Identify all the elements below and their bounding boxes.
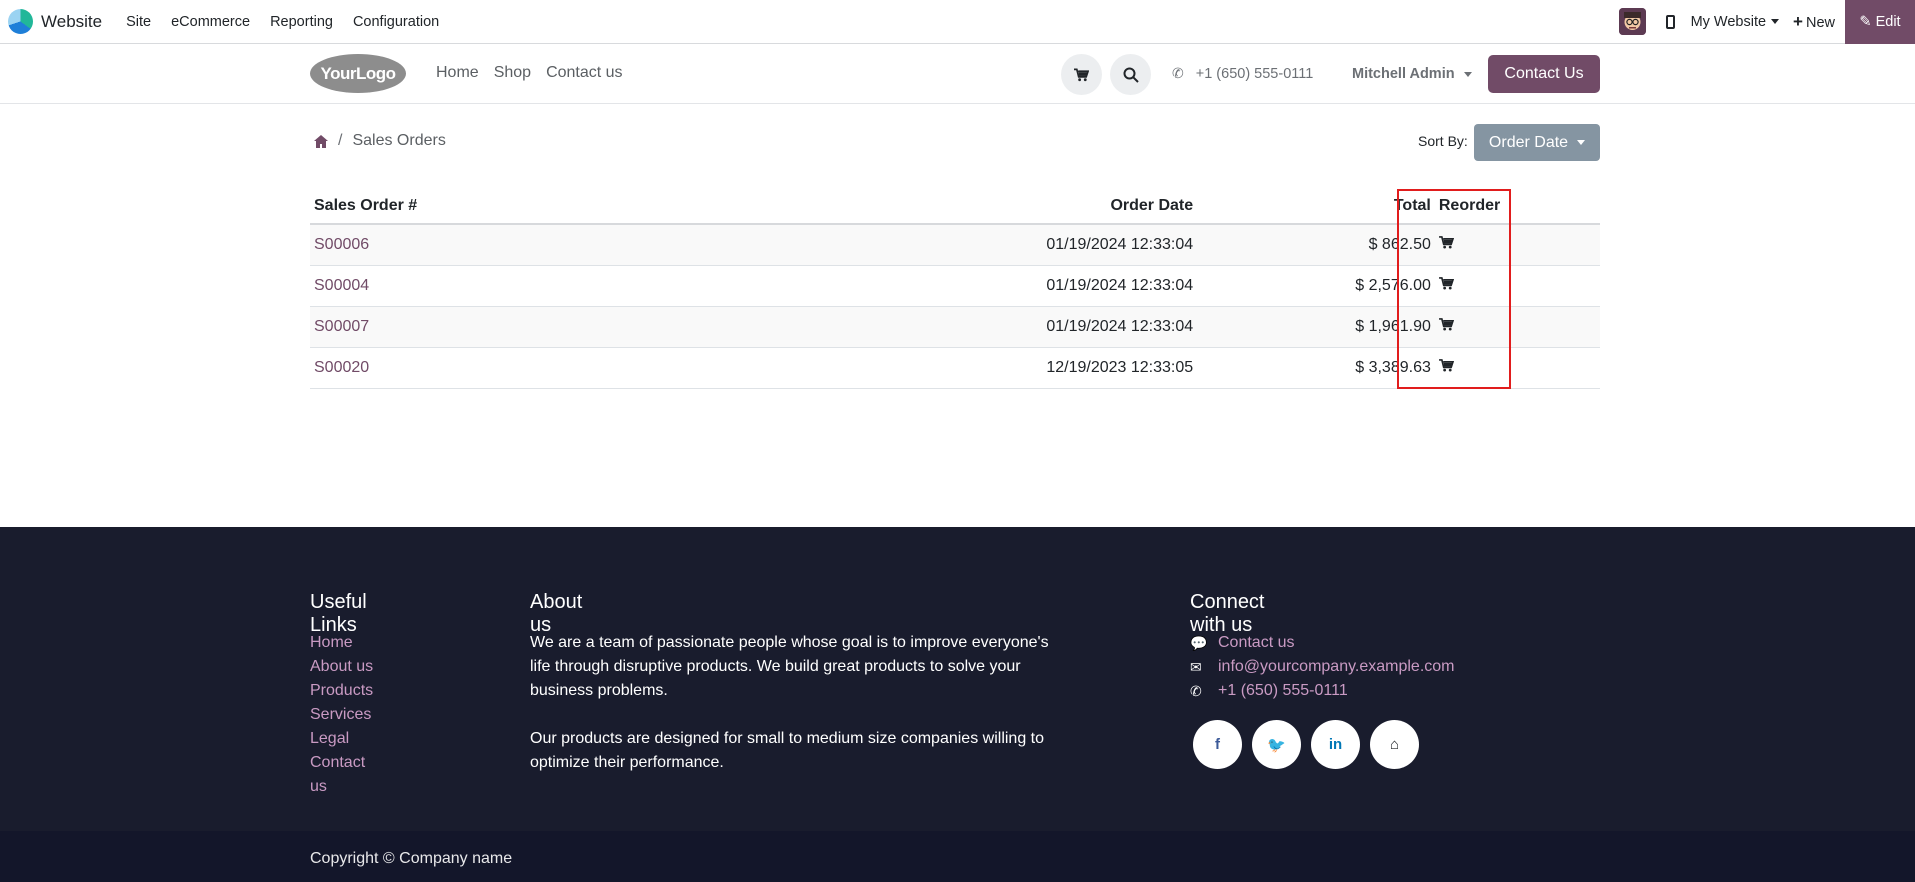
twitter-icon[interactable]: 🐦	[1252, 720, 1301, 769]
order-date: 01/19/2024 12:33:04	[637, 265, 1198, 307]
website-app-icon	[8, 9, 33, 34]
copyright-bar: Copyright © Company name	[0, 831, 1915, 882]
header-order-date: Order Date	[637, 188, 1198, 225]
home-icon[interactable]	[314, 134, 328, 148]
envelope-icon: ✉	[1190, 658, 1202, 675]
table-row: S00007 01/19/2024 12:33:04 $ 1,961.90	[310, 306, 1600, 348]
new-button-label: New	[1805, 14, 1835, 31]
reorder-cell	[1434, 265, 1600, 307]
table-row: S00006 01/19/2024 12:33:04 $ 862.50	[310, 224, 1600, 266]
connect-phone-label: +1 (650) 555-0111	[1218, 682, 1348, 699]
header-phone[interactable]: ✆ +1 (650) 555-0111	[1172, 65, 1313, 82]
linkedin-icon[interactable]: in	[1311, 720, 1360, 769]
order-link[interactable]: S00004	[310, 265, 638, 307]
sort-dropdown[interactable]: Order Date	[1474, 124, 1600, 161]
user-avatar[interactable]	[1618, 8, 1646, 35]
footer-link-about-us[interactable]: About us	[310, 655, 373, 679]
order-link[interactable]: S00006	[310, 224, 638, 266]
order-date: 01/19/2024 12:33:04	[637, 224, 1198, 266]
order-total: $ 2,576.00	[1197, 265, 1435, 307]
header-total: Total	[1197, 188, 1435, 225]
cart-button[interactable]	[1061, 54, 1102, 95]
breadcrumb: / Sales Orders	[314, 132, 446, 150]
connect-phone[interactable]: ✆ +1 (650) 555-0111	[1190, 679, 1455, 703]
site-logo[interactable]: YourLogo	[310, 54, 406, 93]
mobile-preview-icon[interactable]	[1665, 14, 1675, 29]
reorder-cart-icon[interactable]	[1438, 317, 1455, 331]
reorder-cell	[1434, 306, 1600, 348]
about-text: We are a team of passionate people whose…	[530, 631, 1060, 775]
admin-menu-ecommerce[interactable]: eCommerce	[171, 14, 250, 30]
edit-button-label: Edit	[1875, 13, 1901, 30]
admin-navbar: Website Site eCommerce Reporting Configu…	[0, 0, 1915, 44]
admin-menu: Site eCommerce Reporting Configuration	[116, 14, 449, 30]
admin-right: My Website + New ✎ Edit	[1618, 0, 1915, 44]
footer-link-products[interactable]: Products	[310, 679, 373, 703]
user-menu[interactable]: Mitchell Admin	[1352, 66, 1472, 82]
admin-menu-site[interactable]: Site	[126, 14, 151, 30]
admin-menu-reporting[interactable]: Reporting	[270, 14, 333, 30]
nav-contact-us[interactable]: Contact us	[546, 64, 622, 82]
breadcrumb-current: Sales Orders	[352, 132, 446, 149]
reorder-cart-icon[interactable]	[1438, 276, 1455, 290]
reorder-cell	[1434, 347, 1600, 389]
website-app-button[interactable]: Website	[8, 9, 102, 34]
reorder-cart-icon[interactable]	[1438, 235, 1455, 249]
order-date: 12/19/2023 12:33:05	[637, 347, 1198, 389]
header-sales-order: Sales Order #	[310, 188, 638, 225]
search-button[interactable]	[1110, 54, 1151, 95]
about-paragraph-1: We are a team of passionate people whose…	[530, 634, 1049, 699]
avatar-image	[1618, 8, 1646, 35]
app-name: Website	[41, 11, 103, 31]
order-total: $ 1,961.90	[1197, 306, 1435, 348]
connect-list: 💬 Contact us ✉ info@yourcompany.example.…	[1190, 631, 1455, 703]
admin-menu-configuration[interactable]: Configuration	[353, 14, 439, 30]
copyright-text: Copyright © Company name	[310, 850, 513, 867]
order-total: $ 3,389.63	[1197, 347, 1435, 389]
nav-home[interactable]: Home	[436, 64, 479, 82]
footer-link-legal[interactable]: Legal	[310, 727, 373, 751]
footer-link-services[interactable]: Services	[310, 703, 373, 727]
order-total: $ 862.50	[1197, 224, 1435, 266]
table-header-row: Sales Order # Order Date Total Reorder	[310, 188, 1600, 225]
home-icon[interactable]: ⌂	[1370, 720, 1419, 769]
phone-icon: ✆	[1190, 682, 1202, 699]
useful-links-list: Home About us Products Services Legal Co…	[310, 631, 373, 795]
order-link[interactable]: S00007	[310, 306, 638, 348]
plus-icon: +	[1793, 11, 1803, 31]
table-row: S00020 12/19/2023 12:33:05 $ 3,389.63	[310, 347, 1600, 389]
search-icon	[1123, 67, 1139, 83]
cart-icon	[1074, 68, 1089, 81]
footer: Useful Links Home About us Products Serv…	[0, 527, 1915, 831]
new-button[interactable]: + New	[1793, 12, 1835, 32]
order-link[interactable]: S00020	[310, 347, 638, 389]
connect-contact-us[interactable]: 💬 Contact us	[1190, 631, 1455, 655]
table-row: S00004 01/19/2024 12:33:04 $ 2,576.00	[310, 265, 1600, 307]
facebook-icon[interactable]: f	[1193, 720, 1242, 769]
edit-button[interactable]: ✎ Edit	[1845, 0, 1915, 44]
connect-contact-label: Contact us	[1218, 634, 1295, 651]
about-paragraph-2: Our products are designed for small to m…	[530, 730, 1045, 771]
footer-link-contact-us[interactable]: Contact us	[310, 751, 373, 795]
connect-email[interactable]: ✉ info@yourcompany.example.com	[1190, 655, 1455, 679]
phone-icon: ✆	[1172, 65, 1184, 81]
order-date: 01/19/2024 12:33:04	[637, 306, 1198, 348]
contact-us-button[interactable]: Contact Us	[1488, 55, 1600, 93]
pencil-icon: ✎	[1859, 13, 1872, 30]
footer-link-home[interactable]: Home	[310, 631, 373, 655]
header-reorder: Reorder	[1434, 188, 1600, 225]
social-icons: f 🐦 in ⌂	[1190, 720, 1426, 769]
nav-shop[interactable]: Shop	[494, 64, 531, 82]
reorder-cell	[1434, 224, 1600, 266]
connect-email-label: info@yourcompany.example.com	[1218, 658, 1455, 675]
breadcrumb-separator: /	[338, 132, 343, 149]
comment-icon: 💬	[1190, 634, 1208, 651]
site-menu: Home Shop Contact us	[436, 64, 638, 82]
site-header: YourLogo Home Shop Contact us ✆ +1 (650)…	[0, 44, 1915, 104]
sales-orders-table: Sales Order # Order Date Total Reorder S…	[310, 188, 1600, 389]
header-phone-number: +1 (650) 555-0111	[1195, 65, 1314, 82]
sort-by-label: Sort By:	[1418, 133, 1468, 149]
my-website-dropdown[interactable]: My Website	[1691, 14, 1779, 30]
reorder-cart-icon[interactable]	[1438, 358, 1455, 372]
